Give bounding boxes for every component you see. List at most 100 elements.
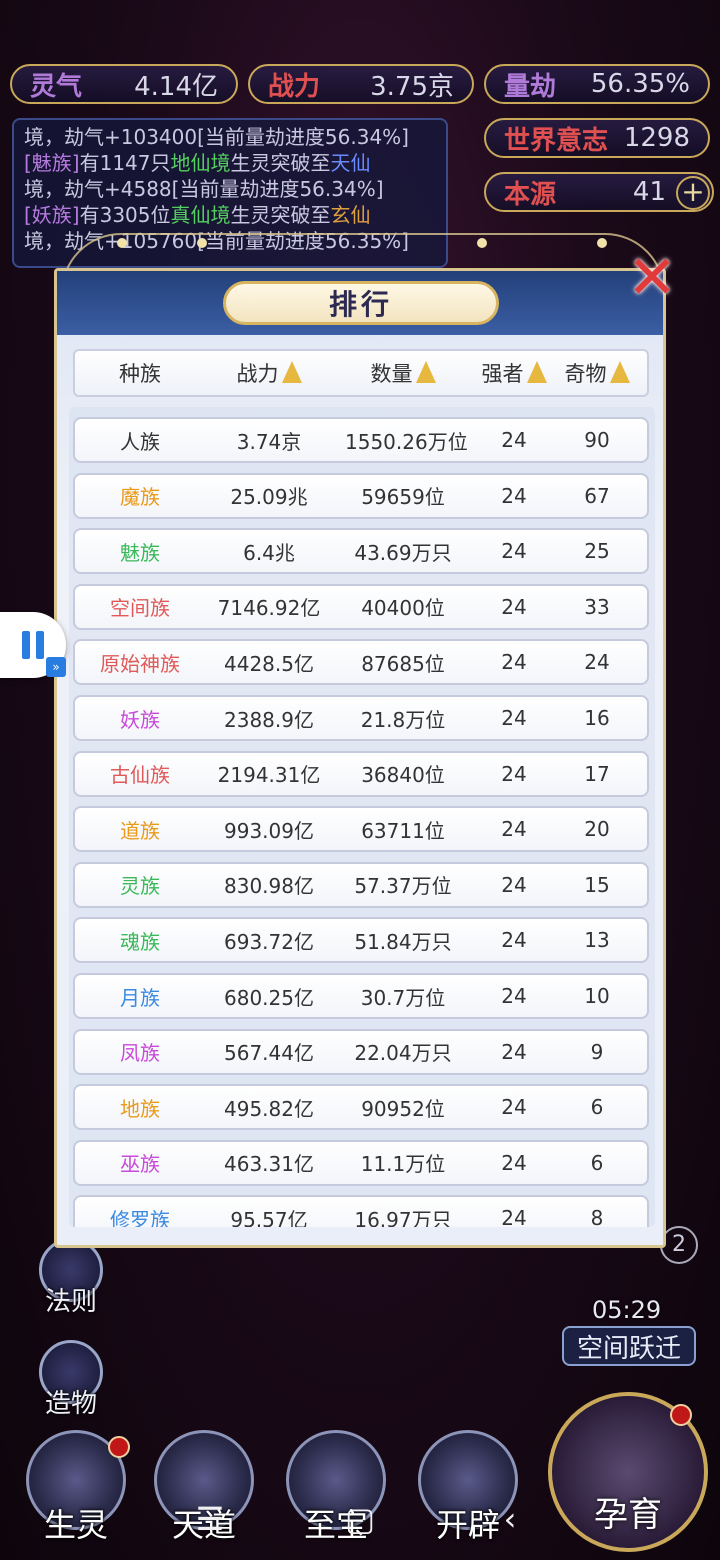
race-cell: 原始神族	[100, 651, 180, 676]
sort-arrow-icon	[281, 361, 302, 383]
strong-cell: 24	[501, 817, 527, 842]
power-cell: 7146.92亿	[217, 596, 321, 621]
table-row[interactable]: 魔族 25.09兆 59659位 24 67	[73, 472, 649, 519]
arc-dot-icon	[477, 238, 487, 248]
sort-arrow-icon	[609, 361, 630, 383]
table-row[interactable]: 魅族 6.4兆 43.69万只 24 25	[73, 528, 649, 575]
header-item-sort[interactable]: 奇物	[557, 358, 637, 388]
power-cell: 3.74京	[236, 429, 302, 454]
item-cell: 17	[584, 761, 610, 786]
system-nav-bar: ☰ ▢ ‹	[0, 1478, 720, 1560]
zhanli-stat: 战力 3.75京	[248, 64, 474, 104]
space-jump-button[interactable]: 空间跃迁	[562, 1326, 696, 1366]
log-line: 境，劫气+4588[当前量劫进度56.34%]	[24, 177, 384, 201]
table-row[interactable]: 空间族 7146.92亿 40400位 24 33	[73, 583, 649, 630]
table-row[interactable]: 修罗族 95.57亿 16.97万只 24 8	[73, 1195, 649, 1227]
home-icon[interactable]: ▢	[340, 1500, 380, 1538]
count-cell: 59659位	[361, 485, 445, 510]
table-row[interactable]: 妖族 2388.9亿 21.8万位 24 16	[73, 695, 649, 741]
strong-cell: 24	[501, 706, 527, 730]
strong-cell: 24	[501, 928, 527, 953]
modal-header: 排行	[57, 271, 663, 335]
source-label: 本源	[504, 179, 557, 210]
lingqi-value: 4.14亿	[134, 71, 218, 102]
lingqi-label: 灵气	[30, 71, 83, 102]
strong-cell: 24	[501, 872, 527, 897]
table-row[interactable]: 凤族 567.44亿 22.04万只 24 9	[73, 1028, 649, 1075]
strong-cell: 24	[501, 761, 527, 786]
power-cell: 495.82亿	[224, 1096, 314, 1121]
item-cell: 90	[584, 428, 610, 452]
ranking-list[interactable]: 人族 3.74京 1550.26万位 24 90 魔族 25.09兆 59659位 24 67 魅族…	[69, 407, 655, 1227]
power-cell: 2388.9亿	[224, 707, 314, 732]
law-button[interactable]: 法则	[26, 1238, 116, 1318]
table-header: 种族 战力 数量 强者 奇物	[73, 349, 649, 397]
header-power-sort[interactable]: 战力	[205, 358, 333, 388]
race-cell: 巫族	[120, 1152, 160, 1177]
item-cell: 67	[584, 483, 610, 508]
table-row[interactable]: 灵族 830.98亿 57.37万位 24 15	[73, 861, 649, 908]
header-strong-sort[interactable]: 强者	[461, 358, 557, 388]
add-source-button[interactable]: +	[676, 176, 710, 210]
creation-button[interactable]: 造物	[26, 1340, 116, 1420]
item-cell: 33	[584, 594, 610, 619]
close-icon[interactable]: ✕	[619, 243, 685, 313]
count-cell: 63711位	[361, 818, 445, 843]
arc-dot-icon	[597, 238, 607, 248]
liangjie-label: 量劫	[504, 71, 557, 102]
table-row[interactable]: 道族 993.09亿 63711位 24 20	[73, 806, 649, 853]
power-cell: 993.09亿	[224, 818, 314, 843]
modal-title: 排行	[223, 281, 499, 325]
strong-cell: 24	[501, 1039, 527, 1064]
liangjie-stat[interactable]: 量劫 56.35%	[484, 64, 710, 104]
strong-cell: 24	[501, 1206, 527, 1227]
item-cell: 15	[584, 872, 610, 897]
notification-dot	[108, 1436, 130, 1458]
back-icon[interactable]: ‹	[490, 1500, 530, 1538]
strong-cell: 24	[501, 539, 527, 564]
count-cell: 40400位	[361, 596, 445, 621]
item-cell: 10	[584, 984, 610, 1008]
ranking-modal: 排行 ✕ 种族 战力 数量 强者 奇物 人族 3.74京 1550.26万位 24 90…	[54, 233, 677, 1248]
strong-cell: 24	[501, 483, 527, 508]
table-row[interactable]: 月族 680.25亿 30.7万位 24 10	[73, 973, 649, 1019]
race-cell: 凤族	[120, 1041, 160, 1066]
source-value: 41	[632, 177, 666, 207]
power-cell: 830.98亿	[224, 874, 314, 899]
table-row[interactable]: 原始神族 4428.5亿 87685位 24 24	[73, 639, 649, 686]
strong-cell: 24	[501, 594, 527, 619]
header-race: 种族	[119, 362, 161, 386]
table-row[interactable]: 人族 3.74京 1550.26万位 24 90	[73, 417, 649, 463]
power-cell: 693.72亿	[224, 929, 314, 954]
arc-dot-icon	[197, 238, 207, 248]
power-cell: 6.4兆	[243, 540, 295, 565]
notification-dot	[670, 1404, 692, 1426]
strong-cell: 24	[501, 984, 527, 1008]
count-cell: 87685位	[361, 651, 445, 676]
header-count-sort[interactable]: 数量	[333, 358, 461, 388]
lingqi-stat: 灵气 4.14亿	[10, 64, 238, 104]
table-row[interactable]: 巫族 463.31亿 11.1万位 24 6	[73, 1139, 649, 1186]
jump-timer: 05:29	[592, 1296, 662, 1324]
table-row[interactable]: 古仙族 2194.31亿 36840位 24 17	[73, 750, 649, 797]
count-cell: 1550.26万位	[345, 429, 468, 454]
strong-cell: 24	[501, 1095, 527, 1120]
creation-label: 造物	[44, 1389, 97, 1419]
race-cell: 魔族	[120, 485, 160, 510]
table-row[interactable]: 魂族 693.72亿 51.84万只 24 13	[73, 917, 649, 964]
table-row[interactable]: 地族 495.82亿 90952位 24 6	[73, 1084, 649, 1131]
source-stat: 本源 41 +	[484, 172, 714, 212]
world-will-stat[interactable]: 世界意志 1298	[484, 118, 710, 158]
strong-cell: 24	[501, 428, 527, 452]
sort-arrow-icon	[526, 361, 547, 383]
item-cell: 16	[584, 706, 610, 730]
race-cell: 灵族	[120, 874, 160, 899]
power-cell: 567.44亿	[224, 1041, 314, 1066]
power-cell: 463.31亿	[224, 1152, 314, 1177]
count-cell: 16.97万只	[354, 1207, 452, 1227]
count-cell: 90952位	[361, 1096, 445, 1121]
world-will-value: 1298	[623, 123, 690, 153]
fast-forward-icon[interactable]: »	[46, 657, 66, 677]
menu-icon[interactable]: ☰	[190, 1500, 230, 1538]
count-cell: 43.69万只	[354, 540, 452, 565]
